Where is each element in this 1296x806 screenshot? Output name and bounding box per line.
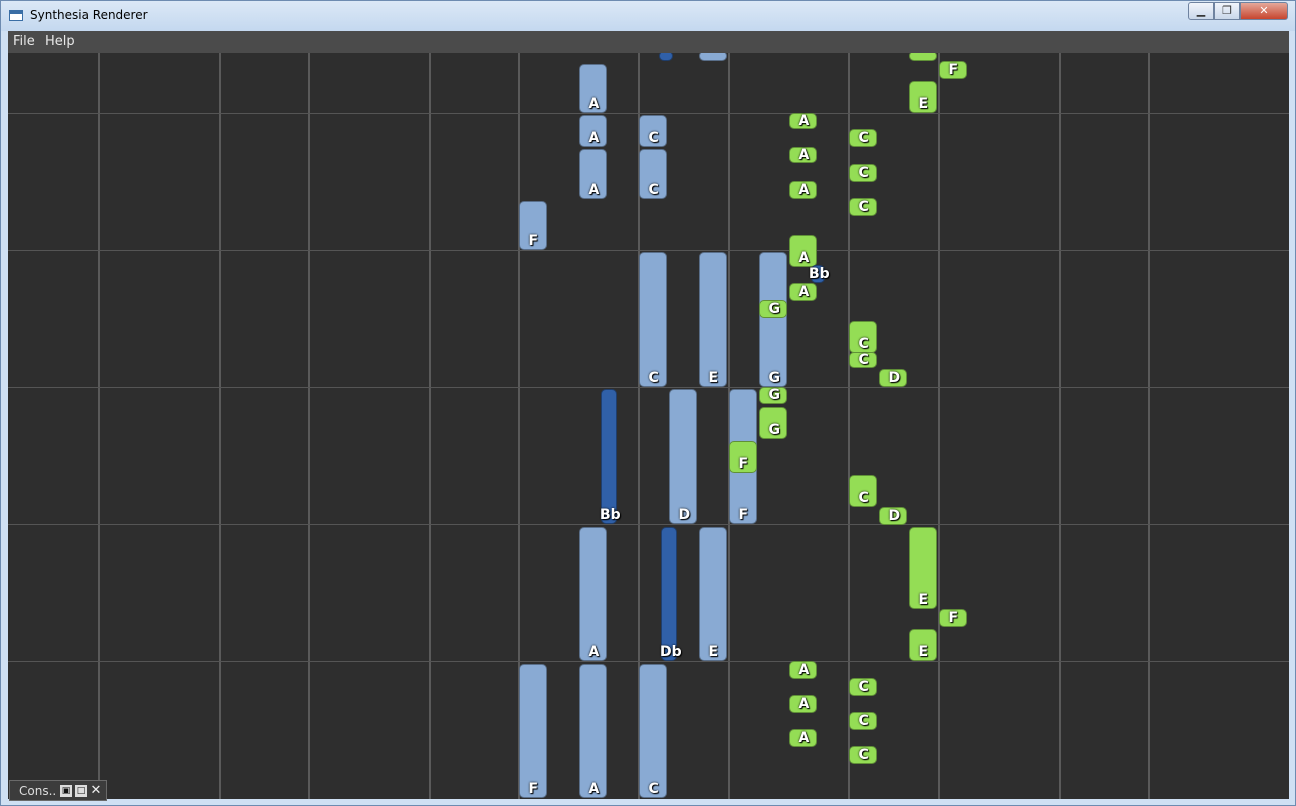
note-label: C: [858, 352, 869, 368]
note-label: A: [588, 96, 600, 112]
note-label: D: [888, 508, 901, 524]
title-bar[interactable]: Synthesia Renderer ▁ ❐ ✕: [1, 1, 1295, 31]
note-label: Db: [660, 644, 682, 660]
note-label: F: [738, 456, 749, 472]
note-label: C: [648, 781, 659, 797]
note-label: A: [798, 662, 810, 678]
grid-measure-line: [8, 250, 1289, 251]
note-label: D: [888, 370, 901, 386]
note-label: C: [858, 713, 869, 729]
grid-measure-line: [8, 113, 1289, 114]
grid-measure-line: [8, 387, 1289, 388]
note-label: A: [798, 250, 810, 266]
note-bar[interactable]: [661, 527, 677, 661]
note-label: A: [798, 113, 810, 129]
note-label: C: [858, 679, 869, 695]
note-label: F: [528, 781, 539, 797]
note-bar[interactable]: [699, 53, 727, 61]
maximize-button[interactable]: ❐: [1214, 2, 1240, 20]
console-label: Cons..: [19, 784, 57, 798]
note-bar[interactable]: [699, 527, 727, 661]
grid-column-line: [938, 53, 940, 799]
note-label: G: [768, 387, 781, 403]
note-label: A: [798, 147, 810, 163]
grid-column-line: [1059, 53, 1061, 799]
app-window: Synthesia Renderer ▁ ❐ ✕ File Help F E A A C…: [0, 0, 1296, 806]
window-title: Synthesia Renderer: [30, 8, 148, 22]
note-label: C: [858, 199, 869, 215]
note-label: E: [918, 644, 929, 660]
note-label: G: [768, 370, 781, 386]
note-label: A: [588, 644, 600, 660]
close-button[interactable]: ✕: [1240, 2, 1288, 20]
note-label: E: [918, 592, 929, 608]
note-label: D: [678, 507, 691, 523]
grid-measure-line: [8, 661, 1289, 662]
note-label: E: [918, 96, 929, 112]
note-label: C: [648, 130, 659, 146]
console-maximize-button[interactable]: □: [75, 785, 87, 797]
note-bar[interactable]: [639, 252, 667, 387]
console-float-button[interactable]: ▣: [60, 785, 72, 797]
note-bar[interactable]: [639, 664, 667, 798]
note-bar[interactable]: [659, 53, 673, 61]
note-label: E: [708, 370, 719, 386]
note-label: A: [588, 182, 600, 198]
menu-bar: File Help: [8, 31, 1289, 53]
note-label: G: [768, 301, 781, 317]
note-bar[interactable]: [699, 252, 727, 387]
note-label: F: [738, 507, 749, 523]
grid-measure-line: [8, 524, 1289, 525]
note-label: Bb: [600, 507, 621, 523]
grid-column-line: [308, 53, 310, 799]
note-label: A: [798, 182, 810, 198]
note-label: A: [798, 284, 810, 300]
grid-column-line: [98, 53, 100, 799]
note-label: A: [798, 730, 810, 746]
note-label: A: [588, 130, 600, 146]
note-label: G: [768, 422, 781, 438]
note-label: C: [858, 336, 869, 352]
note-label: E: [708, 644, 719, 660]
note-label: C: [648, 182, 659, 198]
note-bar[interactable]: [519, 664, 547, 798]
menu-file[interactable]: File: [13, 34, 35, 49]
note-bar[interactable]: [579, 527, 607, 661]
note-bar[interactable]: [579, 664, 607, 798]
note-label: A: [588, 781, 600, 797]
note-bar[interactable]: [669, 389, 697, 524]
menu-help[interactable]: Help: [45, 34, 75, 49]
grid-column-line: [219, 53, 221, 799]
note-label: F: [948, 62, 959, 78]
minimize-button[interactable]: ▁: [1188, 2, 1214, 20]
grid-column-line: [429, 53, 431, 799]
note-label: A: [798, 696, 810, 712]
note-label: Bb: [809, 266, 830, 282]
note-label: C: [858, 490, 869, 506]
note-label: C: [858, 130, 869, 146]
note-bar[interactable]: [601, 389, 617, 524]
grid-column-line: [1148, 53, 1150, 799]
app-window-icon: [9, 10, 23, 21]
note-bar[interactable]: [909, 53, 937, 61]
console-dock[interactable]: Cons.. ▣ □ ✕: [9, 780, 107, 801]
note-label: F: [948, 610, 959, 626]
piano-roll-canvas[interactable]: F E A A C A C A C A C A C F A Bb A C E G G C C D G G Bb D F F C D A Db E E F…: [8, 53, 1289, 799]
note-label: F: [528, 233, 539, 249]
note-label: C: [858, 747, 869, 763]
note-label: C: [858, 165, 869, 181]
console-close-button[interactable]: ✕: [90, 784, 102, 797]
note-bar[interactable]: [759, 252, 787, 387]
note-label: C: [648, 370, 659, 386]
